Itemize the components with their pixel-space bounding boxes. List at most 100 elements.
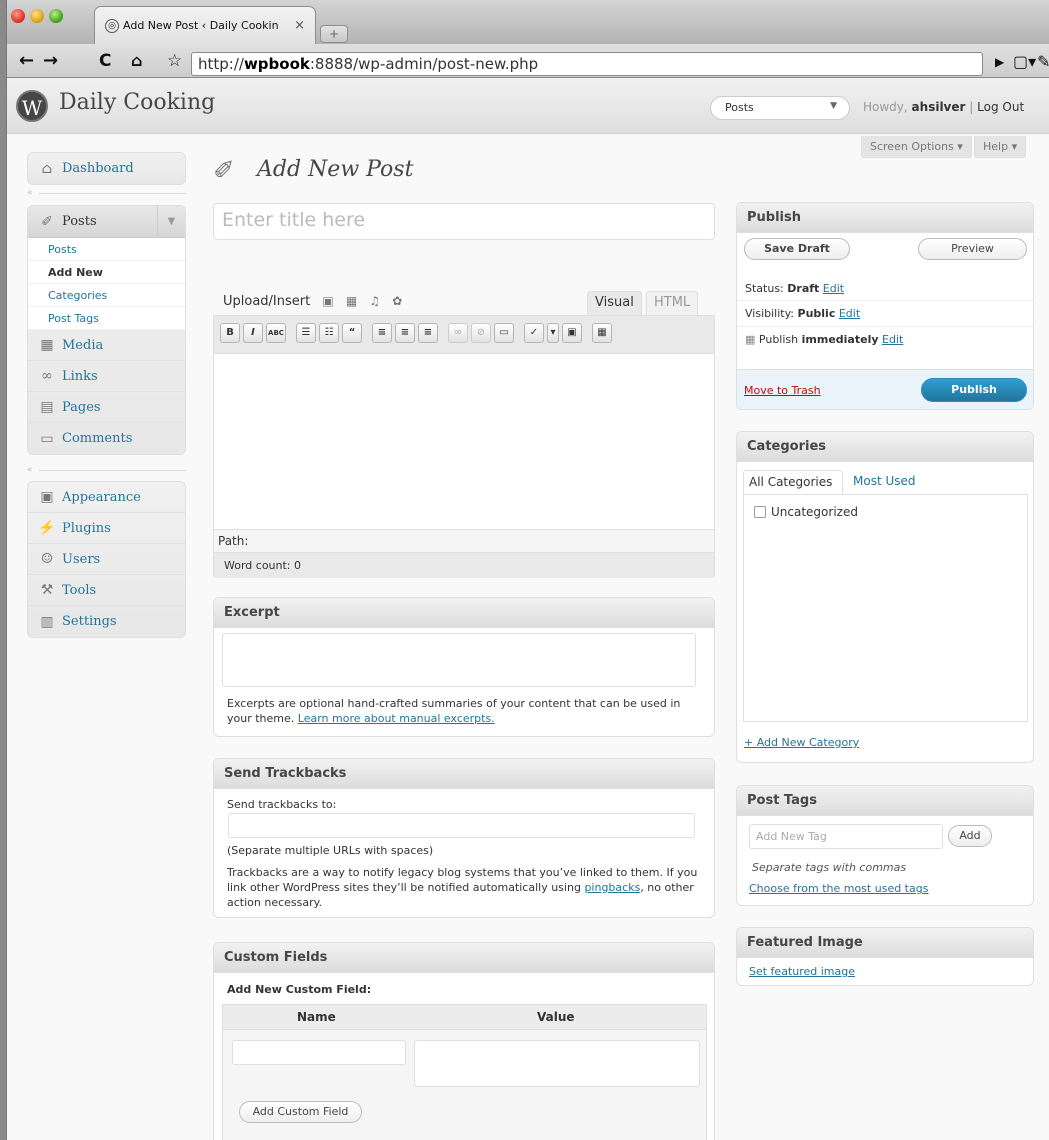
sidebar-item-plugins[interactable]: ⚡ Plugins: [28, 513, 185, 544]
spellcheck-button[interactable]: ✓: [524, 323, 544, 343]
user-greeting: Howdy, ahsilver | Log Out: [863, 100, 1025, 114]
bookmark-star-icon[interactable]: ☆: [167, 52, 182, 70]
preview-button[interactable]: Preview: [918, 238, 1027, 260]
unlink-button[interactable]: ⊘: [471, 323, 491, 343]
excerpt-title[interactable]: Excerpt: [214, 598, 714, 628]
edit-status-link[interactable]: Edit: [823, 282, 844, 295]
trackbacks-label: Send trackbacks to:: [227, 798, 337, 811]
plugin-icon: ⚡: [38, 520, 56, 536]
add-tag-button[interactable]: Add: [948, 825, 992, 847]
tab-most-used[interactable]: Most Used: [853, 474, 916, 488]
minimize-window-icon[interactable]: [30, 9, 44, 23]
add-audio-icon[interactable]: ♫: [369, 294, 380, 308]
tab-all-categories[interactable]: All Categories: [743, 470, 843, 494]
submenu-add-new[interactable]: Add New: [28, 261, 185, 284]
username-link[interactable]: ahsilver: [912, 100, 966, 114]
align-center-button[interactable]: ≡: [395, 323, 415, 343]
chevron-down-icon[interactable]: ▼: [157, 206, 185, 238]
sidebar-item-settings[interactable]: ▥ Settings: [28, 606, 185, 637]
new-tab-button[interactable]: +: [320, 25, 348, 43]
tab-close-icon[interactable]: ×: [294, 18, 305, 33]
add-custom-field-button[interactable]: Add Custom Field: [239, 1101, 362, 1123]
post-title-input[interactable]: Enter title here: [213, 203, 715, 240]
page-menu-icon[interactable]: ▢▾: [1013, 52, 1036, 71]
custom-field-value-textarea[interactable]: [414, 1040, 700, 1087]
submenu-posts[interactable]: Posts: [28, 238, 185, 261]
bold-button[interactable]: B: [220, 323, 240, 343]
custom-field-name-input[interactable]: [232, 1040, 406, 1065]
add-image-icon[interactable]: ▣: [322, 294, 333, 308]
numbered-list-button[interactable]: ☷: [319, 323, 339, 343]
sidebar-item-tools[interactable]: ⚒ Tools: [28, 575, 185, 606]
category-checkbox[interactable]: [754, 506, 766, 518]
screen-options-button[interactable]: Screen Options ▾: [861, 136, 972, 158]
trackbacks-input[interactable]: [228, 813, 695, 838]
trackbacks-help: Trackbacks are a way to notify legacy bl…: [227, 866, 698, 909]
featured-image-title[interactable]: Featured Image: [737, 928, 1033, 958]
more-tag-button[interactable]: ▭: [494, 323, 514, 343]
sidebar-item-dashboard[interactable]: ⌂ Dashboard: [28, 153, 185, 184]
pingbacks-link[interactable]: pingbacks: [584, 881, 640, 894]
sidebar-item-users[interactable]: ☺ Users: [28, 544, 185, 575]
excerpt-textarea[interactable]: [222, 633, 696, 687]
bullet-list-button[interactable]: ☰: [296, 323, 316, 343]
new-tag-input[interactable]: Add New Tag: [749, 824, 943, 849]
sidebar-item-comments[interactable]: ▭ Comments: [28, 423, 185, 454]
insert-link-button[interactable]: ∞: [448, 323, 468, 343]
move-to-trash-link[interactable]: Move to Trash: [744, 384, 821, 397]
category-item[interactable]: Uncategorized: [754, 505, 858, 519]
sidebar-item-appearance[interactable]: ▣ Appearance: [28, 482, 185, 513]
wordpress-logo-icon: W: [16, 90, 48, 122]
align-left-button[interactable]: ≡: [372, 323, 392, 343]
publish-title[interactable]: Publish: [737, 203, 1033, 233]
back-icon[interactable]: ←: [19, 52, 34, 70]
logout-link[interactable]: Log Out: [977, 100, 1024, 114]
site-name[interactable]: Daily Cooking: [59, 90, 215, 115]
add-new-category-link[interactable]: + Add New Category: [744, 736, 859, 749]
sidebar-item-posts[interactable]: ✐ Posts ▼: [28, 206, 185, 238]
upload-insert-bar: Upload/Insert ▣ ▦ ♫ ✿: [223, 294, 402, 309]
submenu-categories[interactable]: Categories: [28, 284, 185, 307]
tab-visual[interactable]: Visual: [587, 291, 642, 315]
home-icon[interactable]: ⌂: [131, 52, 142, 70]
trackbacks-title[interactable]: Send Trackbacks: [214, 759, 714, 789]
browser-tab[interactable]: ◎ Add New Post ‹ Daily Cookin ×: [94, 6, 316, 44]
sidebar-separator: «: [27, 465, 186, 475]
blockquote-button[interactable]: “: [342, 323, 362, 343]
close-window-icon[interactable]: [11, 9, 25, 23]
custom-fields-title[interactable]: Custom Fields: [214, 943, 714, 973]
spellcheck-dropdown[interactable]: ▾: [547, 323, 559, 343]
editor-content-area[interactable]: [214, 354, 714, 529]
wrench-icon[interactable]: ✎: [1037, 52, 1049, 71]
submenu-post-tags[interactable]: Post Tags: [28, 307, 185, 330]
publish-button[interactable]: Publish: [921, 378, 1027, 402]
fullscreen-button[interactable]: ▣: [562, 323, 582, 343]
strikethrough-button[interactable]: ABC: [266, 323, 286, 343]
edit-visibility-link[interactable]: Edit: [839, 307, 860, 320]
align-right-button[interactable]: ≡: [418, 323, 438, 343]
sidebar-item-pages[interactable]: ▤ Pages: [28, 392, 185, 423]
post-tags-title[interactable]: Post Tags: [737, 786, 1033, 816]
add-video-icon[interactable]: ▦: [346, 294, 357, 308]
edit-schedule-link[interactable]: Edit: [882, 333, 903, 346]
categories-title[interactable]: Categories: [737, 432, 1033, 462]
favorites-dropdown[interactable]: Posts ▼: [710, 96, 850, 120]
tab-html[interactable]: HTML: [646, 291, 699, 315]
set-featured-image-link[interactable]: Set featured image: [749, 965, 855, 978]
zoom-window-icon[interactable]: [49, 9, 63, 23]
choose-tags-link[interactable]: Choose from the most used tags: [749, 882, 928, 895]
play-icon[interactable]: ▶: [995, 55, 1004, 69]
comment-icon: ▭: [40, 430, 54, 447]
excerpt-learn-more-link[interactable]: Learn more about manual excerpts.: [298, 712, 495, 725]
reload-icon[interactable]: C: [99, 52, 111, 70]
kitchen-sink-button[interactable]: ▦: [592, 323, 612, 343]
sidebar-item-media[interactable]: ▦ Media: [28, 330, 185, 361]
help-button[interactable]: Help ▾: [974, 136, 1027, 158]
forward-icon[interactable]: →: [43, 52, 58, 70]
address-bar[interactable]: http://wpbook:8888/wp-admin/post-new.php: [191, 52, 983, 76]
sidebar-item-links[interactable]: ∞ Links: [28, 361, 185, 392]
italic-button[interactable]: I: [243, 323, 263, 343]
tab-title: Add New Post ‹ Daily Cookin: [123, 19, 279, 32]
save-draft-button[interactable]: Save Draft: [744, 238, 850, 260]
add-media-icon[interactable]: ✿: [392, 294, 402, 308]
